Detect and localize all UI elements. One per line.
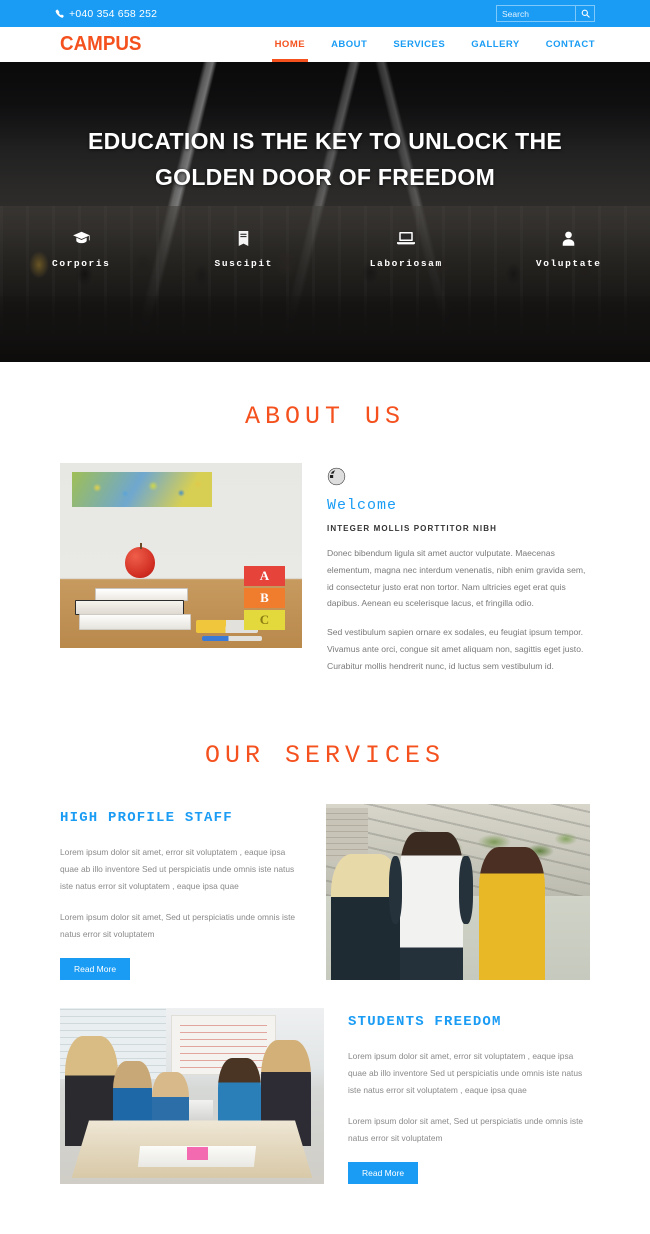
hero-feature-voluptate[interactable]: Voluptate (488, 227, 650, 269)
globe-icon (327, 467, 590, 486)
about-section: ABOUT US A B C (0, 362, 650, 686)
services-section: OUR SERVICES HIGH PROFILE STAFF Lorem ip… (0, 686, 650, 1234)
nav-item-services[interactable]: SERVICES (393, 27, 445, 62)
hero-feature-label: Voluptate (488, 258, 650, 269)
main-navigation: HOME ABOUT SERVICES GALLERY CONTACT (275, 27, 595, 62)
hero-feature-corporis[interactable]: Corporis (0, 227, 163, 269)
service-paragraph-2: Lorem ipsum dolor sit amet, Sed ut persp… (60, 909, 302, 943)
about-subheading: INTEGER MOLLIS PORTTITOR NIBH (327, 524, 590, 533)
service-image (326, 804, 590, 980)
service-title: HIGH PROFILE STAFF (60, 810, 302, 826)
hero-feature-suscipit[interactable]: Suscipit (163, 227, 326, 269)
hero-title: EDUCATION IS THE KEY TO UNLOCK THE GOLDE… (0, 124, 650, 195)
nav-item-about[interactable]: ABOUT (331, 27, 367, 62)
phone-number-label: +040 354 658 252 (69, 8, 157, 20)
about-section-title: ABOUT US (60, 402, 590, 431)
hero-content: EDUCATION IS THE KEY TO UNLOCK THE GOLDE… (0, 62, 650, 195)
laptop-icon (325, 227, 488, 249)
service-paragraph-1: Lorem ipsum dolor sit amet, error sit vo… (60, 844, 302, 894)
graduation-cap-icon (0, 227, 163, 249)
about-paragraph-2: Sed vestibulum sapien ornare ex sodales,… (327, 624, 590, 674)
hero-banner: EDUCATION IS THE KEY TO UNLOCK THE GOLDE… (0, 62, 650, 362)
phone-number: +040 354 658 252 (55, 8, 157, 20)
read-more-button[interactable]: Read More (348, 1162, 418, 1184)
about-paragraph-1: Donec bibendum ligula sit amet auctor vu… (327, 545, 590, 612)
service-paragraph-2: Lorem ipsum dolor sit amet, Sed ut persp… (348, 1113, 590, 1147)
search-input[interactable] (497, 6, 575, 21)
search-box[interactable] (496, 5, 595, 22)
service-item-students-freedom: STUDENTS FREEDOM Lorem ipsum dolor sit a… (60, 1008, 590, 1184)
hero-feature-label: Suscipit (163, 258, 326, 269)
service-paragraph-1: Lorem ipsum dolor sit amet, error sit vo… (348, 1048, 590, 1098)
nav-item-contact[interactable]: CONTACT (546, 27, 595, 62)
search-button[interactable] (575, 6, 594, 21)
phone-icon (55, 9, 64, 18)
about-text-block: Welcome INTEGER MOLLIS PORTTITOR NIBH Do… (327, 463, 590, 686)
hero-feature-label: Laboriosam (325, 258, 488, 269)
about-heading: Welcome (327, 497, 590, 514)
user-icon (488, 227, 650, 249)
read-more-button[interactable]: Read More (60, 958, 130, 980)
site-logo[interactable]: CAMPUS (60, 33, 141, 56)
nav-item-home[interactable]: HOME (275, 27, 306, 62)
book-icon (163, 227, 326, 249)
about-image: A B C (60, 463, 302, 648)
hero-feature-label: Corporis (0, 258, 163, 269)
site-header: CAMPUS HOME ABOUT SERVICES GALLERY CONTA… (0, 27, 650, 62)
service-title: STUDENTS FREEDOM (348, 1014, 590, 1030)
service-item-high-profile-staff: HIGH PROFILE STAFF Lorem ipsum dolor sit… (60, 804, 590, 980)
service-image (60, 1008, 324, 1184)
hero-feature-laboriosam[interactable]: Laboriosam (325, 227, 488, 269)
services-section-title: OUR SERVICES (60, 741, 590, 770)
hero-feature-list: Corporis Suscipit Laboriosam (0, 227, 650, 269)
nav-item-gallery[interactable]: GALLERY (471, 27, 520, 62)
top-bar: +040 354 658 252 (0, 0, 650, 27)
